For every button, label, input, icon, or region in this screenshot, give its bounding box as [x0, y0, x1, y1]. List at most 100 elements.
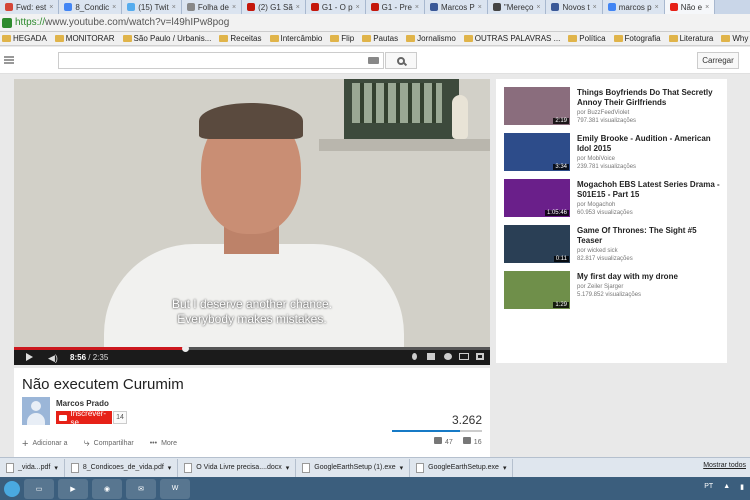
- progress-scrubber[interactable]: [182, 345, 190, 352]
- keyboard-icon[interactable]: [368, 57, 379, 64]
- close-tab-icon[interactable]: ×: [172, 4, 176, 11]
- start-button[interactable]: [4, 480, 20, 497]
- bookmark-item[interactable]: Pautas: [362, 34, 398, 43]
- menu-icon[interactable]: [4, 56, 14, 64]
- chevron-up-icon[interactable]: ▾: [286, 464, 290, 472]
- network-icon[interactable]: ▮: [740, 483, 744, 491]
- close-tab-icon[interactable]: ×: [112, 4, 116, 11]
- taskbar-explorer-icon[interactable]: ▭: [24, 478, 54, 499]
- recommended-video[interactable]: 0:11 Game Of Thrones: The Sight #5 Teaser…: [504, 225, 724, 267]
- chevron-up-icon[interactable]: ▾: [503, 464, 507, 472]
- download-item[interactable]: O Vida Livre precisa....docx ▾: [178, 458, 297, 477]
- bookmark-item[interactable]: Why Are Brazilians P...: [721, 34, 750, 43]
- fullscreen-icon[interactable]: [476, 353, 484, 360]
- close-tab-icon[interactable]: ×: [478, 4, 482, 11]
- download-item[interactable]: 8_Condicoes_de_vida.pdf ▾: [65, 458, 179, 477]
- recommended-channel[interactable]: por Mogachoh: [577, 201, 722, 209]
- dislike-button[interactable]: 16: [462, 437, 482, 446]
- more-button[interactable]: ••• More: [150, 440, 177, 447]
- video-thumbnail[interactable]: 1:29: [504, 271, 570, 309]
- browser-tab[interactable]: G1 - O p ×: [305, 0, 366, 14]
- close-tab-icon[interactable]: ×: [356, 4, 360, 11]
- recommended-channel[interactable]: por MobiVoice: [577, 155, 722, 163]
- search-button[interactable]: [385, 52, 417, 69]
- bookmark-item[interactable]: São Paulo / Urbanis...: [122, 34, 211, 43]
- bookmark-item[interactable]: Jornalismo: [406, 34, 456, 43]
- play-icon[interactable]: [26, 353, 33, 361]
- recommended-title[interactable]: Things Boyfriends Do That Secretly Annoy…: [577, 88, 722, 108]
- upload-button[interactable]: Carregar: [697, 52, 739, 69]
- taskbar-outlook-icon[interactable]: ✉: [126, 478, 156, 499]
- video-frame[interactable]: But I deserve another chance. Everybody …: [14, 79, 490, 354]
- browser-tab[interactable]: Novos t ×: [546, 0, 603, 14]
- taskbar-media-icon[interactable]: ▶: [58, 478, 88, 499]
- close-tab-icon[interactable]: ×: [705, 4, 709, 11]
- download-item[interactable]: _vida...pdf ▾: [0, 458, 65, 477]
- recommended-channel[interactable]: por BuzzFeedViolet: [577, 109, 722, 117]
- channel-name[interactable]: Marcos Prado: [56, 399, 109, 408]
- share-button[interactable]: ⤷ Compartilhar: [83, 437, 133, 450]
- browser-tab[interactable]: Não e ×: [664, 0, 716, 14]
- download-item[interactable]: GoogleEarthSetup (1).exe ▾: [296, 458, 411, 477]
- video-thumbnail[interactable]: 2:19: [504, 87, 570, 125]
- bookmark-item[interactable]: Intercâmbio: [269, 34, 322, 43]
- bookmark-item[interactable]: Flip: [330, 34, 354, 43]
- video-thumbnail[interactable]: 3:34: [504, 133, 570, 171]
- browser-tab[interactable]: marcos p ×: [602, 0, 665, 14]
- bookmark-item[interactable]: Política: [568, 34, 606, 43]
- bookmark-item[interactable]: OUTRAS PALAVRAS ...: [463, 34, 560, 43]
- settings-gear-icon[interactable]: [444, 353, 452, 360]
- address-bar[interactable]: https://www.youtube.com/watch?v=l49hIPw8…: [0, 14, 750, 32]
- close-tab-icon[interactable]: ×: [49, 4, 53, 11]
- browser-tab[interactable]: (2) G1 Sã ×: [242, 0, 306, 14]
- bookmark-item[interactable]: HEGADA: [2, 34, 47, 43]
- browser-tab[interactable]: 8_Condic ×: [59, 0, 123, 14]
- recommended-title[interactable]: Emily Brooke - Audition - American Idol …: [577, 134, 722, 154]
- like-button[interactable]: 47: [434, 437, 453, 446]
- video-player[interactable]: But I deserve another chance. Everybody …: [14, 79, 490, 365]
- chevron-up-icon[interactable]: ▾: [400, 464, 404, 472]
- search-input[interactable]: [58, 52, 384, 69]
- recommended-video[interactable]: 2:19 Things Boyfriends Do That Secretly A…: [504, 87, 724, 129]
- taskbar-chrome-icon[interactable]: ◉: [92, 478, 122, 499]
- theater-mode-icon[interactable]: [459, 353, 469, 360]
- close-tab-icon[interactable]: ×: [232, 4, 236, 11]
- bookmark-item[interactable]: Receitas: [219, 34, 262, 43]
- chevron-up-icon[interactable]: ▾: [168, 464, 172, 472]
- close-tab-icon[interactable]: ×: [655, 4, 659, 11]
- volume-icon[interactable]: ◀): [48, 353, 58, 363]
- video-thumbnail[interactable]: 0:11: [504, 225, 570, 263]
- browser-tab[interactable]: Folha de ×: [181, 0, 243, 14]
- show-all-downloads-link[interactable]: Mostrar todos: [703, 462, 746, 469]
- captions-icon[interactable]: [427, 353, 435, 360]
- recommended-channel[interactable]: por wicked sick: [577, 247, 722, 255]
- video-thumbnail[interactable]: 1:05:46: [504, 179, 570, 217]
- channel-avatar[interactable]: [22, 397, 50, 425]
- browser-tab[interactable]: "Mereço ×: [487, 0, 547, 14]
- bookmark-item[interactable]: Literatura: [668, 34, 713, 43]
- bookmark-item[interactable]: MONITORAR: [54, 34, 115, 43]
- close-tab-icon[interactable]: ×: [593, 4, 597, 11]
- recommended-video[interactable]: 3:34 Emily Brooke - Audition - American I…: [504, 133, 724, 175]
- browser-tab[interactable]: (15) Twit ×: [122, 0, 182, 14]
- language-indicator[interactable]: PT: [704, 483, 713, 491]
- recommended-video[interactable]: 1:29 My first day with my drone por Zeiler…: [504, 271, 724, 313]
- subscribe-button[interactable]: Inscrever-se: [56, 409, 112, 427]
- annotations-icon[interactable]: [412, 353, 417, 360]
- tray-arrow-icon[interactable]: ▲: [723, 483, 730, 491]
- close-tab-icon[interactable]: ×: [536, 4, 540, 11]
- recommended-video[interactable]: 1:05:46 Mogachoh EBS Latest Series Drama …: [504, 179, 724, 221]
- browser-tab[interactable]: Marcos P ×: [424, 0, 488, 14]
- recommended-title[interactable]: My first day with my drone: [577, 272, 722, 282]
- browser-tab[interactable]: G1 - Pre ×: [365, 0, 425, 14]
- recommended-channel[interactable]: por Zeiler Sjarger: [577, 283, 722, 291]
- progress-bar[interactable]: [14, 345, 490, 352]
- bookmark-item[interactable]: Fotografia: [613, 34, 661, 43]
- taskbar-word-icon[interactable]: W: [160, 478, 190, 499]
- download-item[interactable]: GoogleEarthSetup.exe ▾: [410, 458, 514, 477]
- recommended-title[interactable]: Mogachoh EBS Latest Series Drama - S01E1…: [577, 180, 722, 200]
- add-to-button[interactable]: + Adicionar a: [22, 438, 67, 450]
- browser-tab[interactable]: Fwd: est ×: [0, 0, 60, 14]
- url-text[interactable]: https://www.youtube.com/watch?v=l49hIPw8…: [15, 17, 229, 28]
- close-tab-icon[interactable]: ×: [415, 4, 419, 11]
